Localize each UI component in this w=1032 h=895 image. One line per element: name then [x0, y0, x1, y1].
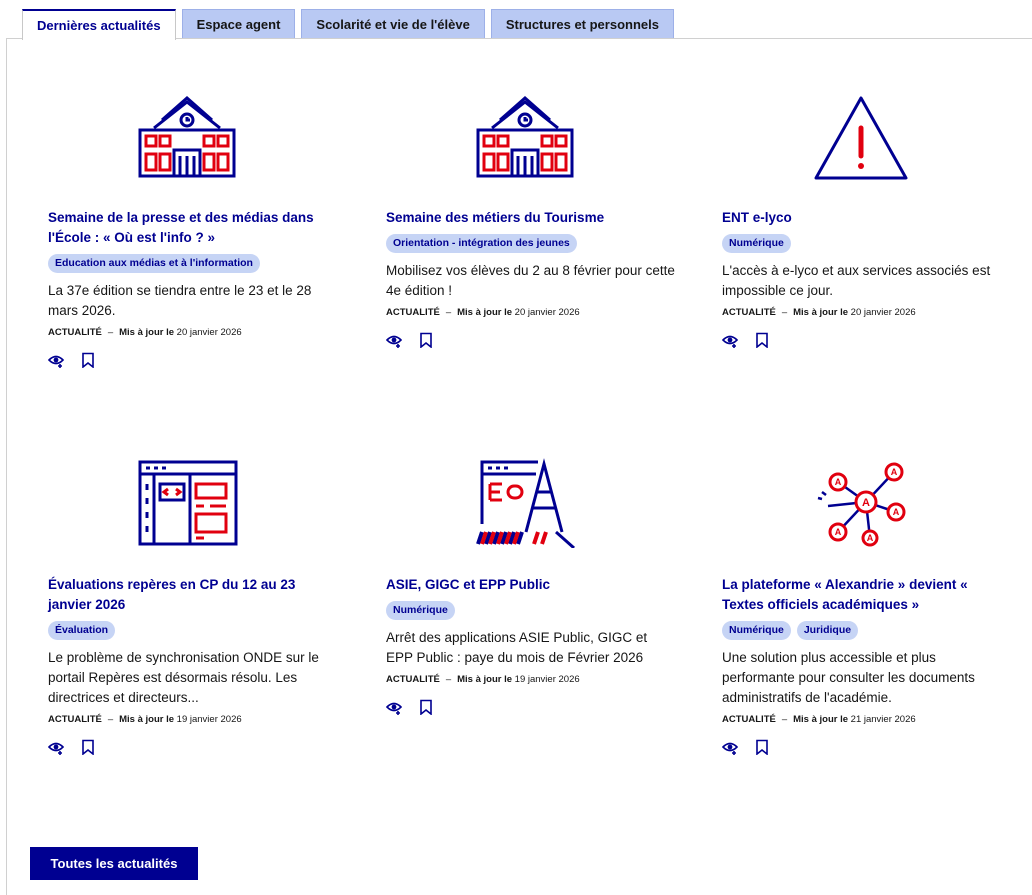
card-title-link[interactable]: La plateforme « Alexandrie » devient « T… [722, 575, 1012, 615]
card-description: Mobilisez vos élèves du 2 au 8 février p… [386, 263, 675, 298]
svg-text:A: A [835, 477, 842, 487]
svg-text:A: A [862, 497, 870, 509]
meta-separator: – [107, 714, 114, 725]
card-meta: ACTUALITÉ – Mis à jour le 19 janvier 2026 [386, 674, 676, 685]
bookmark-icon[interactable] [80, 352, 96, 368]
card-title-link[interactable]: Semaine des métiers du Tourisme [386, 208, 676, 228]
news-card: La plateforme « Alexandrie » devient « T… [722, 575, 1012, 755]
card-date: 19 janvier 2026 [176, 714, 242, 725]
eye-plus-icon[interactable] [386, 332, 402, 348]
updated-label: Mis à jour le [793, 307, 849, 318]
tag-badge[interactable]: Education aux médias et à l'information [48, 254, 260, 273]
school-building-icon [470, 92, 580, 182]
tag-badge[interactable]: Évaluation [48, 621, 116, 640]
card-type: ACTUALITÉ [48, 327, 102, 338]
card-type: ACTUALITÉ [48, 714, 102, 725]
card-description: La 37e édition se tiendra entre le 23 et… [48, 283, 312, 318]
card-description: Le problème de synchronisation ONDE sur … [48, 650, 319, 705]
news-card: ASIE, GIGC et EPP Public Numérique Arrêt… [386, 575, 676, 715]
network-nodes-icon: A A A A A A [808, 458, 918, 548]
card-type: ACTUALITÉ [386, 307, 440, 318]
card-date: 20 janvier 2026 [850, 307, 916, 318]
meta-separator: – [445, 674, 452, 685]
meta-separator: – [445, 307, 452, 318]
card-title-link[interactable]: Semaine de la presse et des médias dans … [48, 208, 338, 248]
meta-separator: – [781, 307, 788, 318]
card-meta: ACTUALITÉ – Mis à jour le 20 janvier 2026 [722, 307, 1012, 318]
bookmark-icon[interactable] [418, 699, 434, 715]
bookmark-icon[interactable] [80, 739, 96, 755]
card-date: 21 janvier 2026 [850, 714, 916, 725]
news-card: Évaluations repères en CP du 12 au 23 ja… [48, 575, 338, 755]
updated-label: Mis à jour le [457, 307, 513, 318]
school-building-icon [132, 92, 242, 182]
updated-label: Mis à jour le [119, 714, 175, 725]
meta-separator: – [107, 327, 114, 338]
eye-plus-icon[interactable] [48, 352, 64, 368]
card-meta: ACTUALITÉ – Mis à jour le 19 janvier 2026 [48, 714, 338, 725]
svg-text:A: A [891, 467, 898, 477]
tag-badge[interactable]: Juridique [796, 621, 859, 640]
construction-barrier-icon [470, 458, 580, 550]
all-news-button[interactable]: Toutes les actualités [30, 847, 198, 880]
updated-label: Mis à jour le [793, 714, 849, 725]
code-window-icon [132, 458, 242, 548]
tab-structures[interactable]: Structures et personnels [490, 9, 674, 39]
svg-text:A: A [893, 507, 900, 517]
svg-text:A: A [835, 527, 842, 537]
bookmark-icon[interactable] [754, 332, 770, 348]
card-date: 20 janvier 2026 [176, 327, 242, 338]
bookmark-icon[interactable] [754, 739, 770, 755]
card-title-link[interactable]: ENT e-lyco [722, 208, 1012, 228]
eye-plus-icon[interactable] [722, 739, 738, 755]
news-card: Semaine des métiers du Tourisme Orientat… [386, 208, 676, 348]
card-description: Arrêt des applications ASIE Public, GIGC… [386, 630, 648, 665]
tab-agent-space[interactable]: Espace agent [181, 9, 296, 39]
updated-label: Mis à jour le [119, 327, 175, 338]
card-title-link[interactable]: Évaluations repères en CP du 12 au 23 ja… [48, 575, 338, 615]
card-type: ACTUALITÉ [386, 674, 440, 685]
card-date: 19 janvier 2026 [514, 674, 580, 685]
warning-triangle-icon [806, 92, 916, 182]
svg-text:A: A [867, 533, 874, 543]
card-meta: ACTUALITÉ – Mis à jour le 20 janvier 2026 [386, 307, 676, 318]
tag-badge[interactable]: Numérique [722, 621, 791, 640]
tag-badge[interactable]: Numérique [722, 234, 791, 253]
card-description: Une solution plus accessible et plus per… [722, 650, 975, 705]
eye-plus-icon[interactable] [48, 739, 64, 755]
card-type: ACTUALITÉ [722, 714, 776, 725]
eye-plus-icon[interactable] [722, 332, 738, 348]
news-card: ENT e-lyco Numérique L'accès à e-lyco et… [722, 208, 1012, 348]
card-date: 20 janvier 2026 [514, 307, 580, 318]
card-description: L'accès à e-lyco et aux services associé… [722, 263, 991, 298]
tag-badge[interactable]: Orientation - intégration des jeunes [386, 234, 577, 253]
card-type: ACTUALITÉ [722, 307, 776, 318]
updated-label: Mis à jour le [457, 674, 513, 685]
tag-badge[interactable]: Numérique [386, 601, 455, 620]
news-card: Semaine de la presse et des médias dans … [48, 208, 338, 368]
card-meta: ACTUALITÉ – Mis à jour le 20 janvier 2026 [48, 327, 338, 338]
eye-plus-icon[interactable] [386, 699, 402, 715]
card-meta: ACTUALITÉ – Mis à jour le 21 janvier 2026 [722, 714, 1012, 725]
tab-bar: Dernières actualités Espace agent Scolar… [22, 9, 674, 40]
card-title-link[interactable]: ASIE, GIGC et EPP Public [386, 575, 676, 595]
tab-schooling[interactable]: Scolarité et vie de l'élève [301, 9, 485, 39]
meta-separator: – [781, 714, 788, 725]
tab-latest-news[interactable]: Dernières actualités [22, 9, 176, 40]
bookmark-icon[interactable] [418, 332, 434, 348]
